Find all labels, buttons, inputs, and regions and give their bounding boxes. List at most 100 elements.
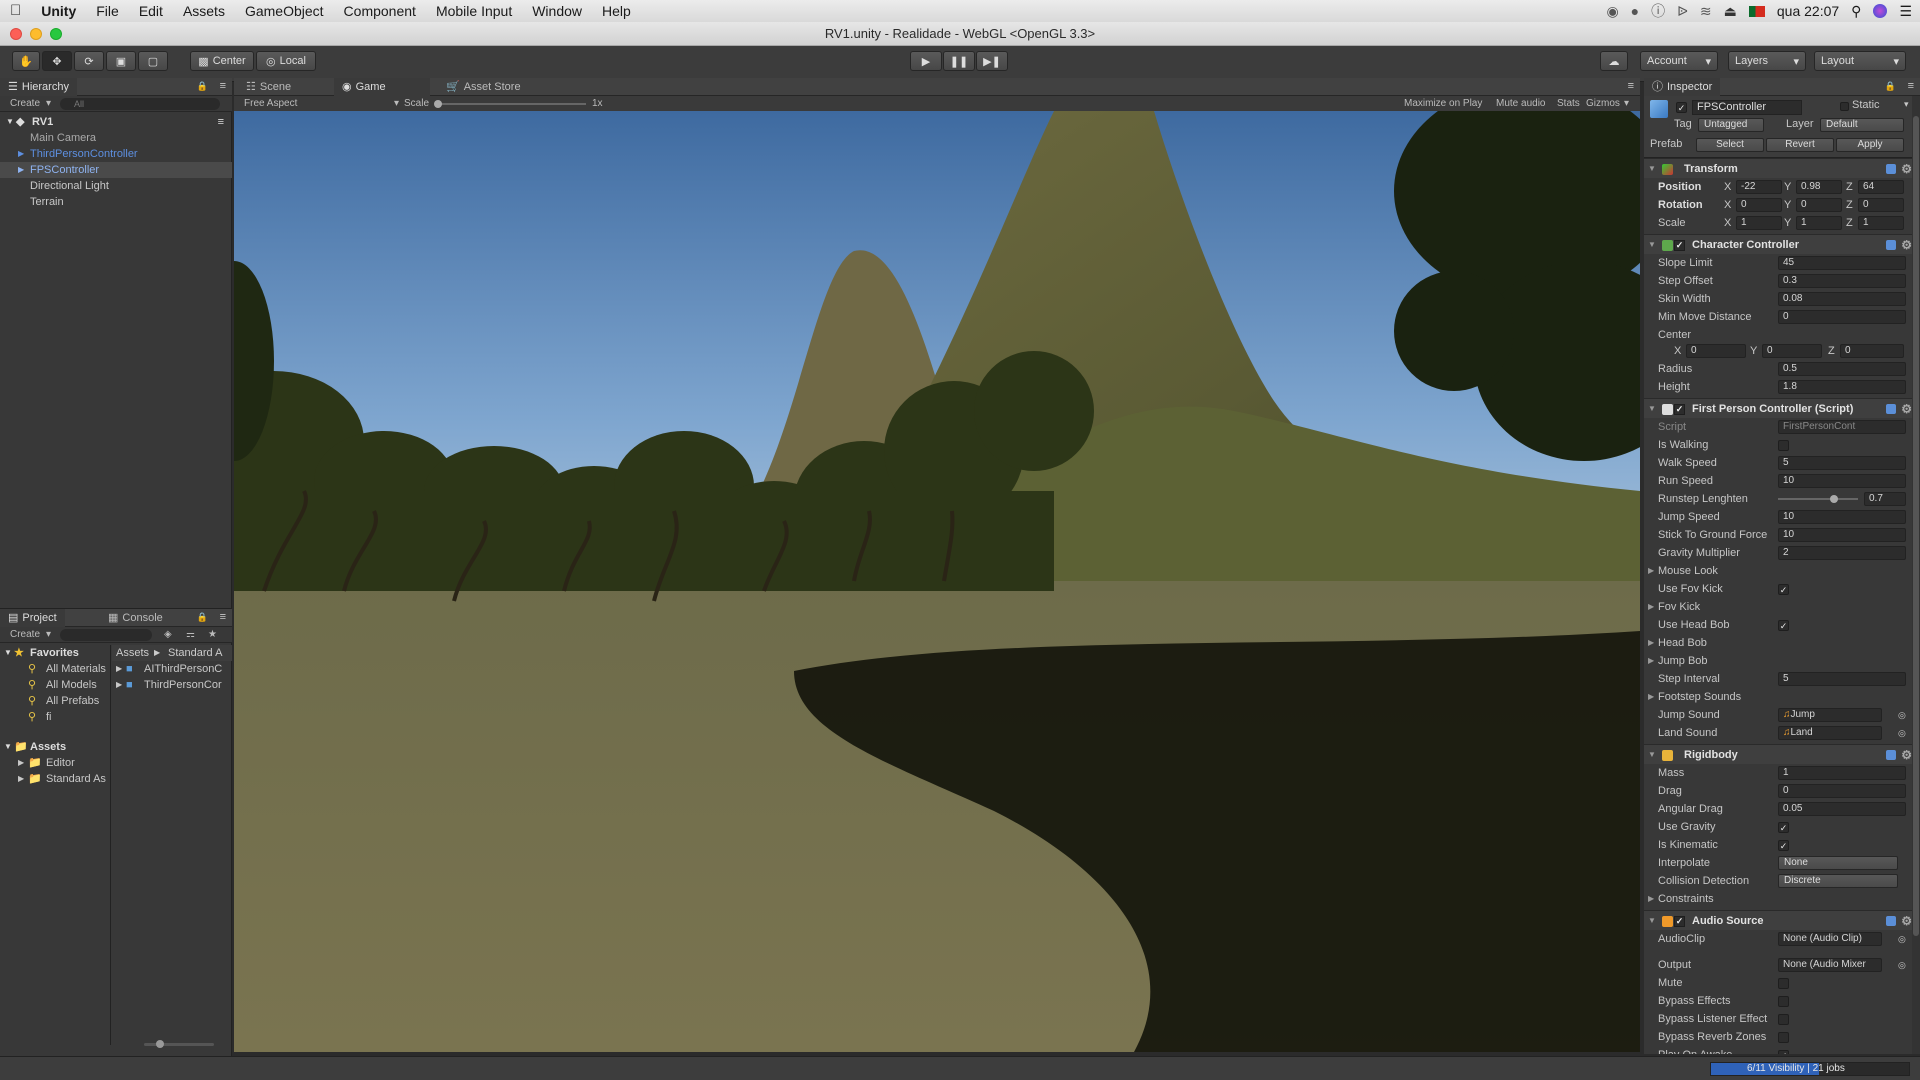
runstep-slider[interactable]	[1778, 495, 1858, 503]
play-on-awake-checkbox[interactable]: ✓	[1778, 1050, 1789, 1054]
center-x-field[interactable]: 0	[1686, 344, 1746, 358]
project-divider[interactable]	[110, 645, 111, 1045]
expand-arrow-icon[interactable]: ▶	[1648, 890, 1654, 908]
menu-file[interactable]: File	[86, 0, 129, 22]
cloud-button[interactable]: ☁	[1600, 51, 1628, 71]
transform-component-header[interactable]: ▼ Transform ⚙	[1644, 158, 1920, 178]
rigidbody-header[interactable]: ▼ Rigidbody ⚙	[1644, 744, 1920, 764]
panel-menu-icon[interactable]: ≡	[220, 611, 226, 623]
pivot-center-button[interactable]: ▩ Center	[190, 51, 254, 71]
breadcrumb-assets[interactable]: Assets	[116, 645, 149, 661]
help-book-icon[interactable]	[1886, 240, 1896, 250]
bluetooth-icon[interactable]: ᐉ	[1677, 3, 1688, 20]
stick-ground-field[interactable]: 10	[1778, 528, 1906, 542]
apple-menu-icon[interactable]: 	[0, 0, 31, 22]
mass-field[interactable]: 1	[1778, 766, 1906, 780]
constraints-row[interactable]: ▶ Constraints	[1644, 890, 1920, 908]
gear-icon[interactable]: ⚙	[1901, 235, 1912, 255]
help-book-icon[interactable]	[1886, 750, 1896, 760]
hierarchy-item[interactable]: ▶ ThirdPersonController	[0, 146, 232, 162]
chevron-down-icon[interactable]: ▾	[1904, 99, 1909, 110]
inspector-scrollbar[interactable]	[1912, 96, 1920, 1054]
rotate-tool-button[interactable]: ⟳	[74, 51, 104, 71]
tab-game[interactable]: ◉ Game	[334, 78, 430, 96]
pause-button[interactable]: ❚❚	[943, 51, 975, 71]
project-create-dropdown[interactable]: Create	[10, 627, 40, 643]
jump-bob-row[interactable]: ▶ Jump Bob	[1644, 652, 1920, 670]
wifi-icon[interactable]: ≋	[1700, 3, 1712, 20]
breadcrumb-standard[interactable]: Standard A	[168, 645, 222, 661]
layers-dropdown[interactable]: Layers ▾	[1728, 51, 1806, 71]
close-window-icon[interactable]	[10, 28, 22, 40]
flag-icon[interactable]	[1748, 5, 1765, 17]
menu-edit[interactable]: Edit	[129, 0, 173, 22]
use-gravity-checkbox[interactable]: ✓	[1778, 822, 1789, 833]
component-enabled-checkbox[interactable]: ✓	[1674, 240, 1685, 251]
collapse-arrow-icon[interactable]: ▼	[1648, 399, 1656, 419]
gear-icon[interactable]: ⚙	[1901, 159, 1912, 179]
step-offset-field[interactable]: 0.3	[1778, 274, 1906, 288]
account-dropdown[interactable]: Account ▾	[1640, 51, 1718, 71]
land-sound-field[interactable]: ♫Land	[1778, 726, 1882, 740]
object-name-field[interactable]: FPSController	[1692, 100, 1802, 115]
jump-speed-field[interactable]: 10	[1778, 510, 1906, 524]
menu-gameobject[interactable]: GameObject	[235, 0, 334, 22]
favorite-item[interactable]: ⚲ fi	[0, 709, 110, 725]
step-interval-field[interactable]: 5	[1778, 672, 1906, 686]
collapse-arrow-icon[interactable]: ▼	[1648, 235, 1656, 255]
expand-arrow-icon[interactable]: ▶	[18, 162, 24, 178]
position-x-field[interactable]: -22	[1736, 180, 1782, 194]
step-button[interactable]: ▶❚	[976, 51, 1008, 71]
help-book-icon[interactable]	[1886, 916, 1896, 926]
footstep-sounds-row[interactable]: ▶ Footstep Sounds	[1644, 688, 1920, 706]
prefab-apply-button[interactable]: Apply	[1836, 138, 1904, 152]
favorite-item[interactable]: ⚲ All Prefabs	[0, 693, 110, 709]
expand-arrow-icon[interactable]: ▶	[1648, 634, 1654, 652]
layer-dropdown[interactable]: Default	[1820, 118, 1904, 132]
minimize-window-icon[interactable]	[30, 28, 42, 40]
zoom-window-icon[interactable]	[50, 28, 62, 40]
assets-row[interactable]: ▼ 📁 Assets	[0, 739, 110, 755]
scale-x-field[interactable]: 1	[1736, 216, 1782, 230]
audio-clip-field[interactable]: None (Audio Clip)	[1778, 932, 1882, 946]
scale-slider[interactable]	[434, 100, 586, 108]
scale-tool-button[interactable]: ▣	[106, 51, 136, 71]
expand-arrow-icon[interactable]: ▶	[1648, 652, 1654, 670]
height-field[interactable]: 1.8	[1778, 380, 1906, 394]
layout-dropdown[interactable]: Layout ▾	[1814, 51, 1906, 71]
bypass-effects-checkbox[interactable]	[1778, 996, 1789, 1007]
expand-arrow-icon[interactable]: ▶	[18, 771, 24, 787]
icon-size-slider[interactable]	[144, 1040, 214, 1048]
rotation-x-field[interactable]: 0	[1736, 198, 1782, 212]
expand-arrow-icon[interactable]: ▶	[18, 146, 24, 162]
is-walking-checkbox[interactable]	[1778, 440, 1789, 451]
skin-width-field[interactable]: 0.08	[1778, 292, 1906, 306]
use-head-bob-checkbox[interactable]: ✓	[1778, 620, 1789, 631]
object-picker-icon[interactable]: ◎	[1898, 724, 1906, 742]
rect-tool-button[interactable]: ▢	[138, 51, 168, 71]
scale-y-field[interactable]: 1	[1796, 216, 1842, 230]
drag-field[interactable]: 0	[1778, 784, 1906, 798]
creative-cloud-icon[interactable]: ◉	[1606, 3, 1618, 20]
filter-type-icon[interactable]: ◈	[164, 627, 172, 643]
tab-scene[interactable]: ☷ Scene	[238, 78, 328, 96]
expand-arrow-icon[interactable]: ▶	[1648, 562, 1654, 580]
collision-detection-dropdown[interactable]: Discrete	[1778, 874, 1898, 888]
siri-icon[interactable]	[1873, 4, 1888, 18]
tab-console[interactable]: ▦ Console	[100, 609, 171, 627]
expand-arrow-icon[interactable]: ▼	[6, 114, 14, 130]
fps-script-header[interactable]: ▼ ✓ First Person Controller (Script) ⚙	[1644, 398, 1920, 418]
favorite-item[interactable]: ⚲ All Models	[0, 677, 110, 693]
slider-thumb[interactable]	[156, 1040, 164, 1048]
gizmos-toggle[interactable]: Gizmos	[1586, 96, 1620, 112]
position-z-field[interactable]: 64	[1858, 180, 1904, 194]
favorite-star-icon[interactable]: ★	[208, 627, 217, 643]
head-bob-row[interactable]: ▶ Head Bob	[1644, 634, 1920, 652]
center-y-field[interactable]: 0	[1762, 344, 1822, 358]
tab-inspector[interactable]: ⓘ Inspector	[1644, 78, 1721, 96]
expand-arrow-icon[interactable]: ▶	[1648, 688, 1654, 706]
audio-source-header[interactable]: ▼ ✓ Audio Source ⚙	[1644, 910, 1920, 930]
hierarchy-item-selected[interactable]: ▶ FPSController	[0, 162, 232, 178]
help-book-icon[interactable]	[1886, 164, 1896, 174]
expand-arrow-icon[interactable]: ▼	[4, 739, 12, 755]
